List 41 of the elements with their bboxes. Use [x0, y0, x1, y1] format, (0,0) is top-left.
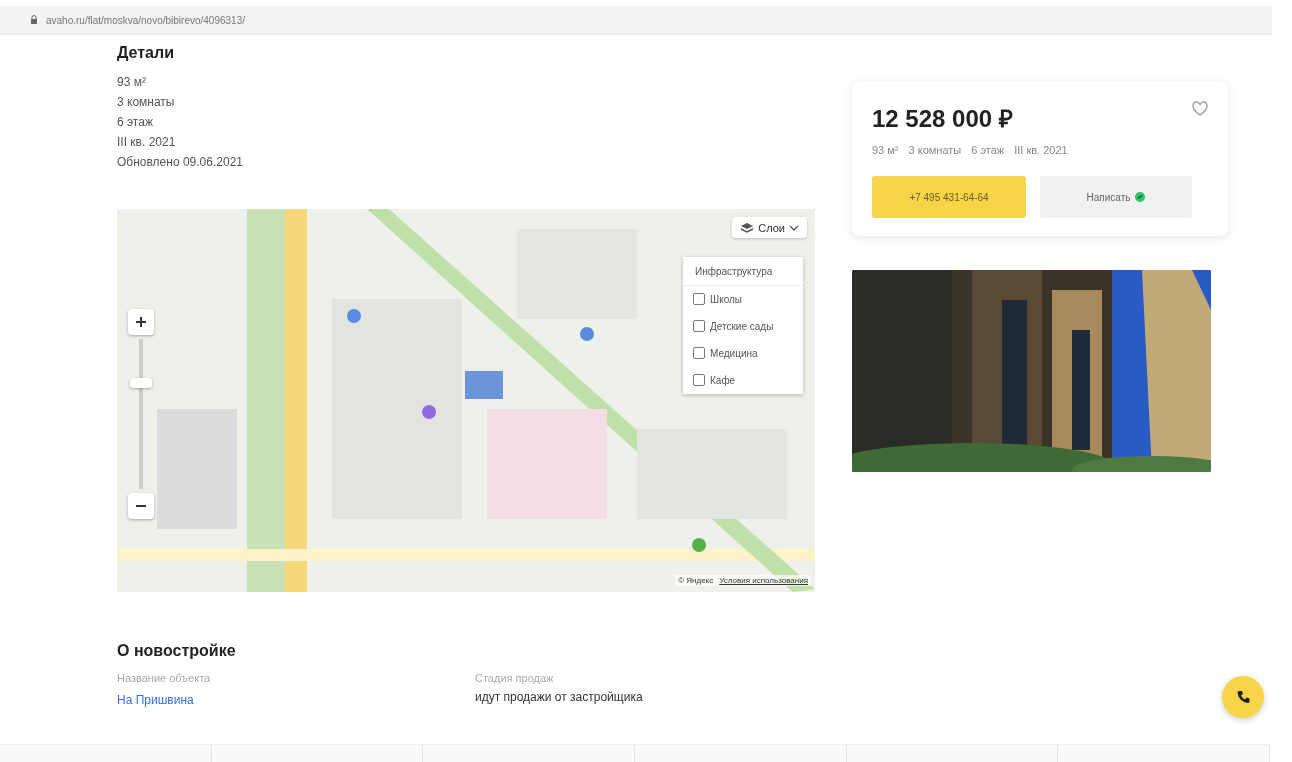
field-value: идут продажи от застройщика — [475, 690, 644, 704]
message-button[interactable]: Написать — [1040, 176, 1192, 218]
section-title: О новостройке — [117, 642, 237, 660]
summary-text: 93 м² — [872, 144, 899, 156]
lock-icon — [30, 15, 38, 25]
chat-icon — [1135, 192, 1146, 202]
field-label: Стадия продаж — [475, 672, 555, 684]
summary-text: III кв. 2021 — [1014, 144, 1068, 156]
price-text: 12 528 000 ₽ — [872, 104, 1013, 134]
checkbox[interactable] — [693, 320, 705, 332]
checkbox-option[interactable]: Медицина — [683, 340, 803, 367]
checkbox-option[interactable]: Школы — [683, 286, 803, 313]
detail-text: 6 этаж — [117, 114, 154, 131]
summary-text: 6 этаж — [971, 144, 1005, 156]
menu-title: Инфраструктура — [683, 257, 803, 286]
phone-icon — [1235, 689, 1251, 705]
chevron-down-icon — [789, 224, 799, 231]
summary-text: 3 комнаты — [908, 144, 962, 156]
section-title: Детали — [117, 44, 175, 62]
heart-icon[interactable] — [1192, 101, 1208, 116]
checkbox[interactable] — [693, 347, 705, 359]
detail-text: Обновлено 09.06.2021 — [117, 154, 244, 171]
detail-text: 93 м² — [117, 74, 147, 91]
copyright-text: © Яндекс — [678, 576, 714, 585]
layers-button[interactable]: Слои — [732, 217, 807, 238]
phone-button[interactable]: +7 495 431-64-64 — [872, 176, 1026, 218]
checkbox-option[interactable]: Кафе — [683, 367, 803, 394]
checkbox-option[interactable]: Детские сады — [683, 313, 803, 340]
plus-icon — [135, 316, 147, 328]
url-text[interactable]: avaho.ru/flat/moskva/novo/bibirevo/4096313/ — [46, 14, 245, 26]
zoom-in-button[interactable] — [128, 309, 154, 335]
terms-link[interactable]: Условия использования — [719, 576, 808, 585]
checkbox[interactable] — [693, 293, 705, 305]
checkbox[interactable] — [693, 374, 705, 386]
layers-icon — [740, 221, 755, 234]
detail-text: 3 комнаты — [117, 94, 176, 111]
zoom-out-button[interactable] — [128, 493, 154, 519]
detail-text: III кв. 2021 — [117, 134, 177, 151]
call-button[interactable] — [1222, 676, 1264, 718]
object-link[interactable]: На Пришвина — [117, 693, 194, 707]
field-label: Название объекта — [117, 672, 212, 684]
